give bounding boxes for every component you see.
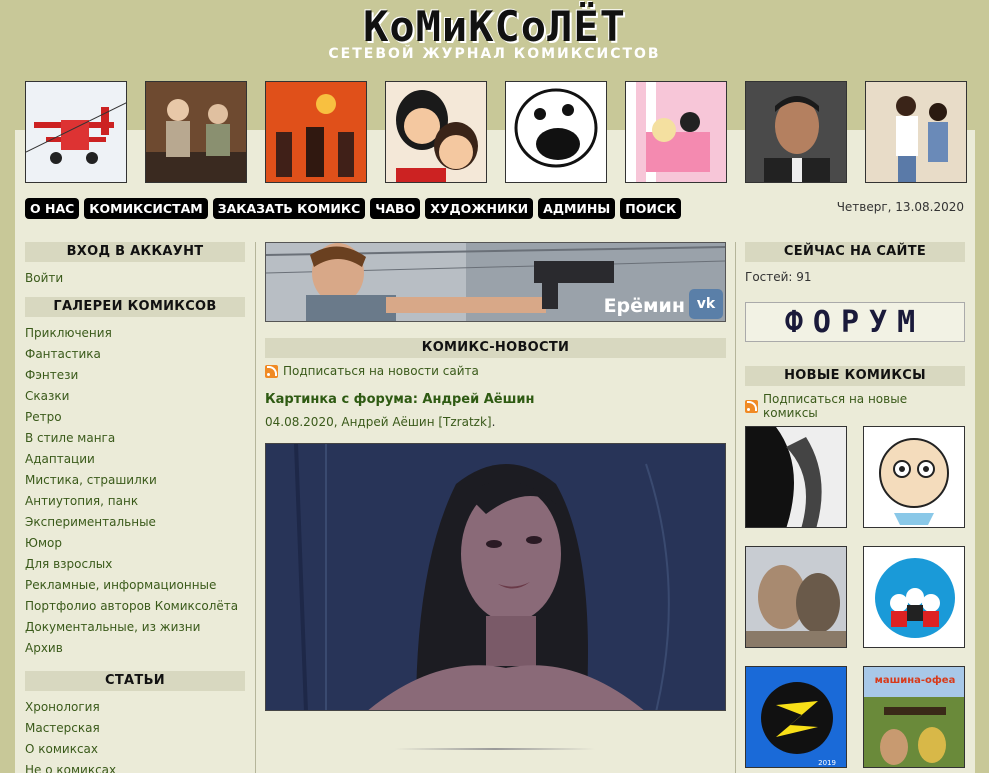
nav-faq[interactable]: ЧАВО (370, 198, 421, 219)
new-comic-thumb[interactable] (863, 546, 965, 648)
content-divider (395, 748, 595, 750)
portrait-art (266, 444, 725, 710)
post-image[interactable] (265, 443, 726, 711)
login-link[interactable]: Войти (25, 268, 245, 289)
new-comic-thumb[interactable] (745, 426, 847, 528)
article-link[interactable]: Не о комиксах (25, 760, 245, 773)
article-link[interactable]: Мастерская (25, 718, 245, 739)
new-comic-thumb[interactable]: 2019 (745, 666, 847, 768)
women-thumb[interactable] (145, 81, 247, 183)
gallery-link[interactable]: Для взрослых (25, 554, 245, 575)
post-nick[interactable]: [Tzratzk] (438, 415, 491, 429)
login-list: Войти (25, 262, 245, 297)
nav-admins[interactable]: АДМИНЫ (538, 198, 616, 219)
gallery-link[interactable]: Приключения (25, 323, 245, 344)
forum-banner[interactable]: ФОРУМ (745, 302, 965, 342)
post-meta: 04.08.2020, Андрей Аёшин [Tzratzk]. (265, 415, 726, 429)
comics-subscribe-label: Подписаться на новые комиксы (763, 392, 908, 420)
column-divider (255, 242, 256, 773)
site-logo[interactable]: КоМиКСоЛЁТ СЕТЕВОЙ ЖУРНАЛ КОМИКСИСТОВ (0, 2, 989, 63)
comic-year: 2019 (818, 759, 836, 767)
monster-thumb[interactable] (505, 81, 607, 183)
main-content: Ерёмин vk КОМИКС-НОВОСТИ Подписаться на … (265, 242, 726, 711)
news-subscribe[interactable]: Подписаться на новости сайта (265, 364, 726, 378)
nav-about[interactable]: О НАС (25, 198, 80, 219)
logo-subtitle: СЕТЕВОЙ ЖУРНАЛ КОМИКСИСТОВ (328, 46, 661, 62)
biplane-thumb[interactable] (25, 81, 127, 183)
forum-banner-text: ФОРУМ (784, 305, 926, 340)
man-thumb[interactable] (745, 81, 847, 183)
gallery-link[interactable]: Антиутопия, панк (25, 491, 245, 512)
nav-for-artists[interactable]: КОМИКСИСТАМ (84, 198, 208, 219)
banner-author: Ерёмин (603, 295, 685, 317)
cats-thumb[interactable] (625, 81, 727, 183)
comic-label: машина-офеа (875, 674, 956, 686)
gallery-link[interactable]: Юмор (25, 533, 245, 554)
main-nav: О НАС КОМИКСИСТАМ ЗАКАЗАТЬ КОМИКС ЧАВО Х… (25, 198, 682, 219)
new-comics-grid: 2019 машина-офеа (745, 426, 965, 773)
rss-icon (745, 399, 758, 413)
current-date: Четверг, 13.08.2020 (836, 200, 964, 214)
galleries-heading: ГАЛЕРЕИ КОМИКСОВ (25, 297, 245, 317)
new-comic-thumb[interactable]: машина-офеа (863, 666, 965, 768)
news-heading: КОМИКС-НОВОСТИ (265, 338, 726, 358)
kids-thumb[interactable] (385, 81, 487, 183)
gallery-link[interactable]: Рекламные, информационные (25, 575, 245, 596)
articles-list: Хронология Мастерская О комиксах Не о ко… (25, 691, 245, 773)
gallery-link[interactable]: Фантастика (25, 344, 245, 365)
gallery-link[interactable]: Ретро (25, 407, 245, 428)
gallery-link[interactable]: Фэнтези (25, 365, 245, 386)
articles-heading: СТАТЬИ (25, 671, 245, 691)
left-sidebar: ВХОД В АККАУНТ Войти ГАЛЕРЕИ КОМИКСОВ Пр… (25, 242, 245, 773)
vk-icon[interactable]: vk (689, 289, 723, 319)
column-divider (735, 242, 736, 773)
rss-icon (265, 364, 278, 378)
nav-order-comic[interactable]: ЗАКАЗАТЬ КОМИКС (212, 198, 366, 219)
post-dot: . (491, 415, 496, 429)
post-date: 04.08.2020, (265, 415, 338, 429)
online-heading: СЕЙЧАС НА САЙТЕ (745, 242, 965, 262)
gallery-link[interactable]: Портфолио авторов Комиксолёта (25, 596, 245, 617)
comics-subscribe[interactable]: Подписаться на новые комиксы (745, 392, 965, 420)
gallery-link[interactable]: Адаптации (25, 449, 245, 470)
soldiers-thumb[interactable] (265, 81, 367, 183)
gallery-link[interactable]: В стиле манга (25, 428, 245, 449)
dance-thumb[interactable] (865, 81, 967, 183)
new-comics-heading: НОВЫЕ КОМИКСЫ (745, 366, 965, 386)
new-comic-thumb[interactable] (745, 546, 847, 648)
post-author[interactable]: Андрей Аёшин (341, 415, 434, 429)
eremin-banner[interactable]: Ерёмин vk (265, 242, 726, 322)
news-subscribe-label: Подписаться на новости сайта (283, 364, 479, 378)
logo-title: КоМиКСоЛЁТ (363, 2, 626, 51)
article-link[interactable]: Хронология (25, 697, 245, 718)
nav-artists[interactable]: ХУДОЖНИКИ (425, 198, 534, 219)
post-title[interactable]: Картинка с форума: Андрей Аёшин (265, 392, 726, 407)
gallery-link[interactable]: Документальные, из жизни (25, 617, 245, 638)
gallery-link[interactable]: Мистика, страшилки (25, 470, 245, 491)
gallery-link[interactable]: Экспериментальные (25, 512, 245, 533)
gallery-link[interactable]: Сказки (25, 386, 245, 407)
nav-search[interactable]: ПОИСК (620, 198, 682, 219)
galleries-list: Приключения Фантастика Фэнтези Сказки Ре… (25, 317, 245, 667)
login-heading: ВХОД В АККАУНТ (25, 242, 245, 262)
guests-count: Гостей: 91 (745, 270, 812, 284)
new-comic-thumb[interactable] (863, 426, 965, 528)
right-sidebar: СЕЙЧАС НА САЙТЕ Гостей: 91 ФОРУМ НОВЫЕ К… (745, 242, 965, 773)
article-link[interactable]: О комиксах (25, 739, 245, 760)
gallery-link[interactable]: Архив (25, 638, 245, 659)
featured-thumbnails (25, 81, 967, 183)
